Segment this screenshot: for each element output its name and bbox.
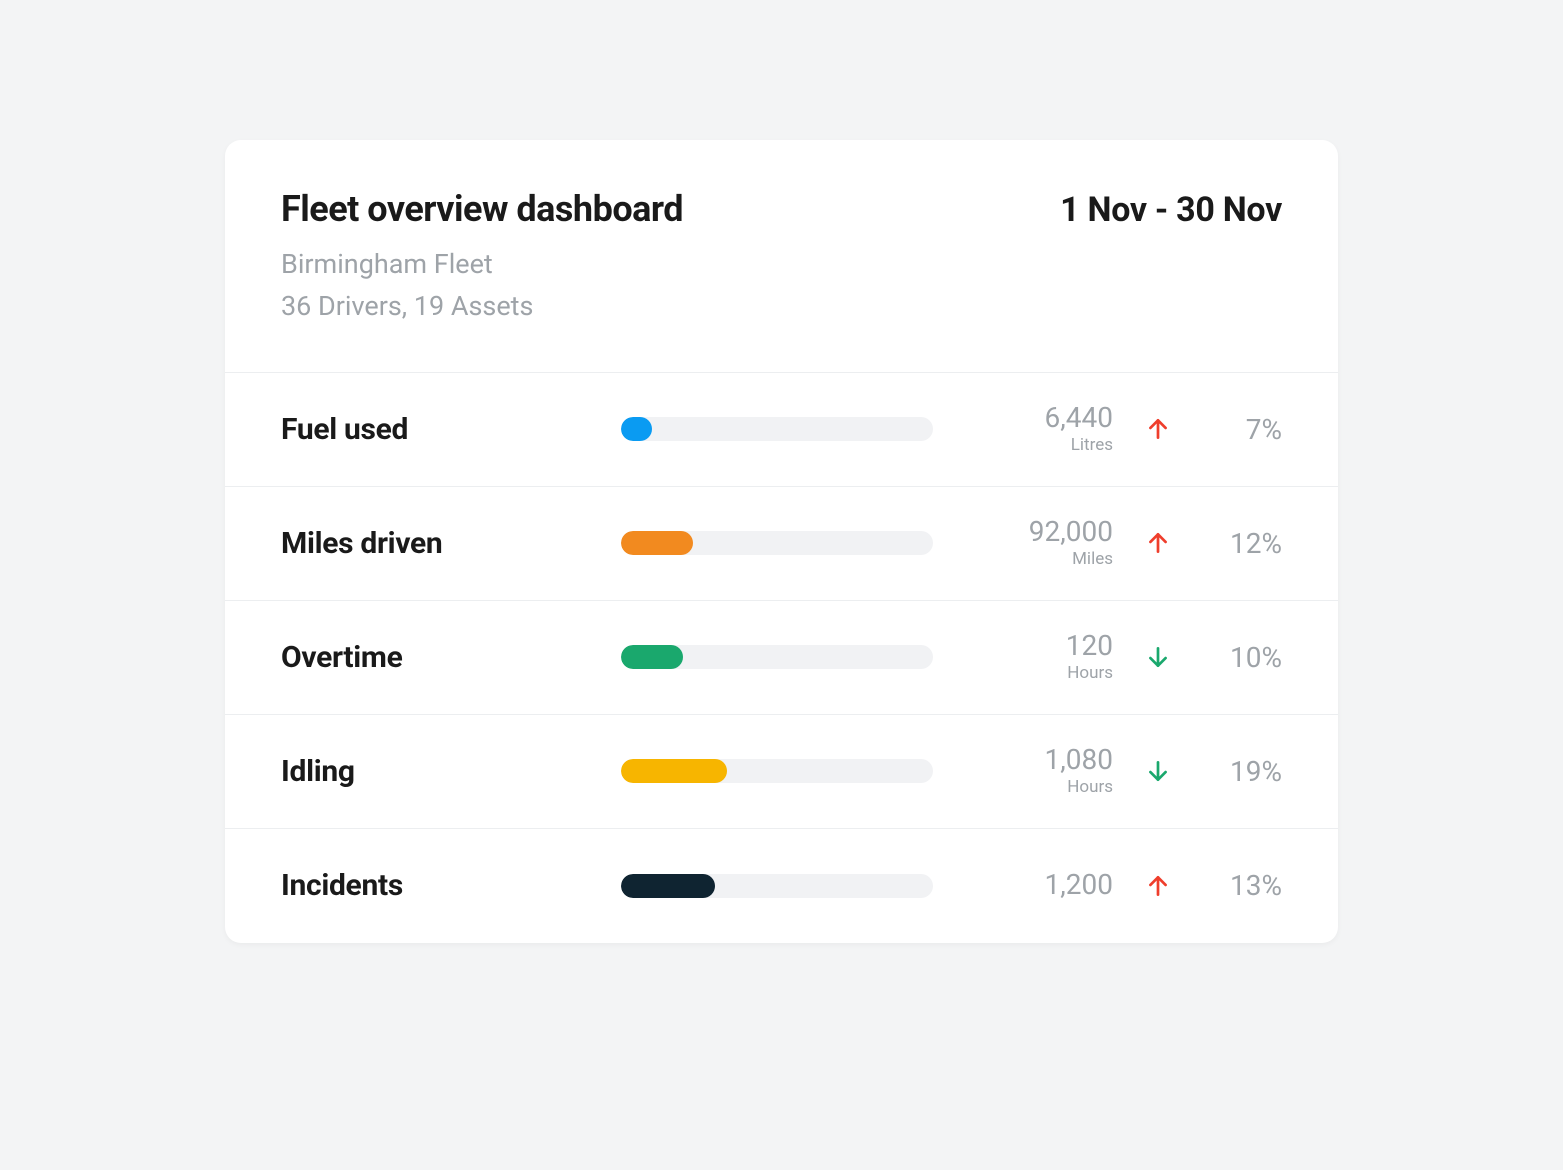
card-header: Fleet overview dashboard Birmingham Flee… bbox=[225, 140, 1338, 373]
metric-value: 92,000 bbox=[943, 517, 1113, 548]
metric-value-block: 120 Hours bbox=[943, 631, 1113, 683]
progress-track bbox=[621, 645, 933, 669]
trend-arrow-cell bbox=[1113, 530, 1203, 556]
metric-change: 19% bbox=[1203, 755, 1282, 788]
fleet-name: Birmingham Fleet bbox=[281, 244, 683, 286]
progress-track bbox=[621, 874, 933, 898]
metric-value: 1,080 bbox=[943, 745, 1113, 776]
metric-row-overtime[interactable]: Overtime 120 Hours 10% bbox=[225, 601, 1338, 715]
metric-value: 120 bbox=[943, 631, 1113, 662]
progress-fill bbox=[621, 417, 652, 441]
metric-value-block: 1,200 bbox=[943, 870, 1113, 901]
progress-fill bbox=[621, 531, 693, 555]
metric-label: Miles driven bbox=[281, 526, 621, 561]
metric-change: 7% bbox=[1203, 413, 1282, 446]
trend-arrow-cell bbox=[1113, 873, 1203, 899]
metric-label: Overtime bbox=[281, 640, 621, 675]
progress-track bbox=[621, 759, 933, 783]
metric-change: 13% bbox=[1203, 869, 1282, 902]
date-range[interactable]: 1 Nov - 30 Nov bbox=[1060, 190, 1282, 230]
trend-arrow-cell bbox=[1113, 758, 1203, 784]
arrow-down-icon bbox=[1145, 644, 1171, 670]
header-left: Fleet overview dashboard Birmingham Flee… bbox=[281, 188, 683, 328]
metric-change: 10% bbox=[1203, 641, 1282, 674]
metric-label: Idling bbox=[281, 754, 621, 789]
metric-unit: Miles bbox=[943, 549, 1113, 569]
progress-track bbox=[621, 531, 933, 555]
progress-fill bbox=[621, 874, 715, 898]
metric-value-block: 92,000 Miles bbox=[943, 517, 1113, 569]
dashboard-card: Fleet overview dashboard Birmingham Flee… bbox=[225, 140, 1338, 943]
metric-value: 1,200 bbox=[943, 870, 1113, 901]
metric-row-miles-driven[interactable]: Miles driven 92,000 Miles 12% bbox=[225, 487, 1338, 601]
metric-label: Incidents bbox=[281, 868, 621, 903]
metric-unit: Litres bbox=[943, 435, 1113, 455]
arrow-down-icon bbox=[1145, 758, 1171, 784]
metric-value: 6,440 bbox=[943, 403, 1113, 434]
metric-row-idling[interactable]: Idling 1,080 Hours 19% bbox=[225, 715, 1338, 829]
progress-fill bbox=[621, 645, 683, 669]
arrow-up-icon bbox=[1145, 873, 1171, 899]
arrow-up-icon bbox=[1145, 530, 1171, 556]
metric-row-fuel-used[interactable]: Fuel used 6,440 Litres 7% bbox=[225, 373, 1338, 487]
trend-arrow-cell bbox=[1113, 644, 1203, 670]
progress-fill bbox=[621, 759, 727, 783]
progress-track bbox=[621, 417, 933, 441]
arrow-up-icon bbox=[1145, 416, 1171, 442]
page-canvas: Fleet overview dashboard Birmingham Flee… bbox=[0, 0, 1563, 1170]
metric-value-block: 6,440 Litres bbox=[943, 403, 1113, 455]
metric-change: 12% bbox=[1203, 527, 1282, 560]
metric-unit: Hours bbox=[943, 777, 1113, 797]
metric-row-incidents[interactable]: Incidents 1,200 13% bbox=[225, 829, 1338, 943]
metric-unit: Hours bbox=[943, 663, 1113, 683]
trend-arrow-cell bbox=[1113, 416, 1203, 442]
metric-label: Fuel used bbox=[281, 412, 621, 447]
fleet-stats: 36 Drivers, 19 Assets bbox=[281, 286, 683, 328]
page-title: Fleet overview dashboard bbox=[281, 188, 683, 230]
metric-value-block: 1,080 Hours bbox=[943, 745, 1113, 797]
